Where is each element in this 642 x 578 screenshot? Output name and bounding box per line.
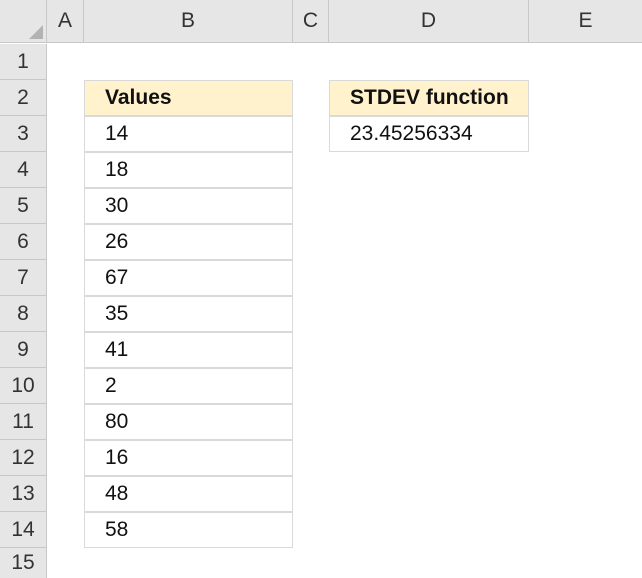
row-header-9[interactable]: 9 <box>0 332 47 368</box>
column-header-a[interactable]: A <box>47 0 84 43</box>
column-header-d[interactable]: D <box>329 0 529 43</box>
stdev-result-cell[interactable]: 23.45256334 <box>329 116 529 152</box>
row-header-15[interactable]: 15 <box>0 548 47 578</box>
value-cell[interactable]: 67 <box>84 260 293 296</box>
value-cell[interactable]: 18 <box>84 152 293 188</box>
value-cell[interactable]: 80 <box>84 404 293 440</box>
value-cell[interactable]: 16 <box>84 440 293 476</box>
row-header-1[interactable]: 1 <box>0 44 47 80</box>
value-cell[interactable]: 14 <box>84 116 293 152</box>
value-cell[interactable]: 48 <box>84 476 293 512</box>
select-all-triangle-icon <box>29 25 43 39</box>
row-header-5[interactable]: 5 <box>0 188 47 224</box>
row-header-14[interactable]: 14 <box>0 512 47 548</box>
value-cell[interactable]: 2 <box>84 368 293 404</box>
row-header-7[interactable]: 7 <box>0 260 47 296</box>
column-header-e[interactable]: E <box>529 0 642 43</box>
stdev-header-cell[interactable]: STDEV function <box>329 80 529 116</box>
row-header-2[interactable]: 2 <box>0 80 47 116</box>
value-cell[interactable]: 35 <box>84 296 293 332</box>
row-header-4[interactable]: 4 <box>0 152 47 188</box>
row-header-12[interactable]: 12 <box>0 440 47 476</box>
row-header-11[interactable]: 11 <box>0 404 47 440</box>
row-header-13[interactable]: 13 <box>0 476 47 512</box>
value-cell[interactable]: 26 <box>84 224 293 260</box>
row-header-3[interactable]: 3 <box>0 116 47 152</box>
value-cell[interactable]: 30 <box>84 188 293 224</box>
value-cell[interactable]: 58 <box>84 512 293 548</box>
column-header-c[interactable]: C <box>293 0 329 43</box>
row-header-6[interactable]: 6 <box>0 224 47 260</box>
value-cell[interactable]: 41 <box>84 332 293 368</box>
select-all-corner[interactable] <box>0 0 47 43</box>
column-header-b[interactable]: B <box>84 0 293 43</box>
values-header-cell[interactable]: Values <box>84 80 293 116</box>
row-header-10[interactable]: 10 <box>0 368 47 404</box>
row-header-8[interactable]: 8 <box>0 296 47 332</box>
